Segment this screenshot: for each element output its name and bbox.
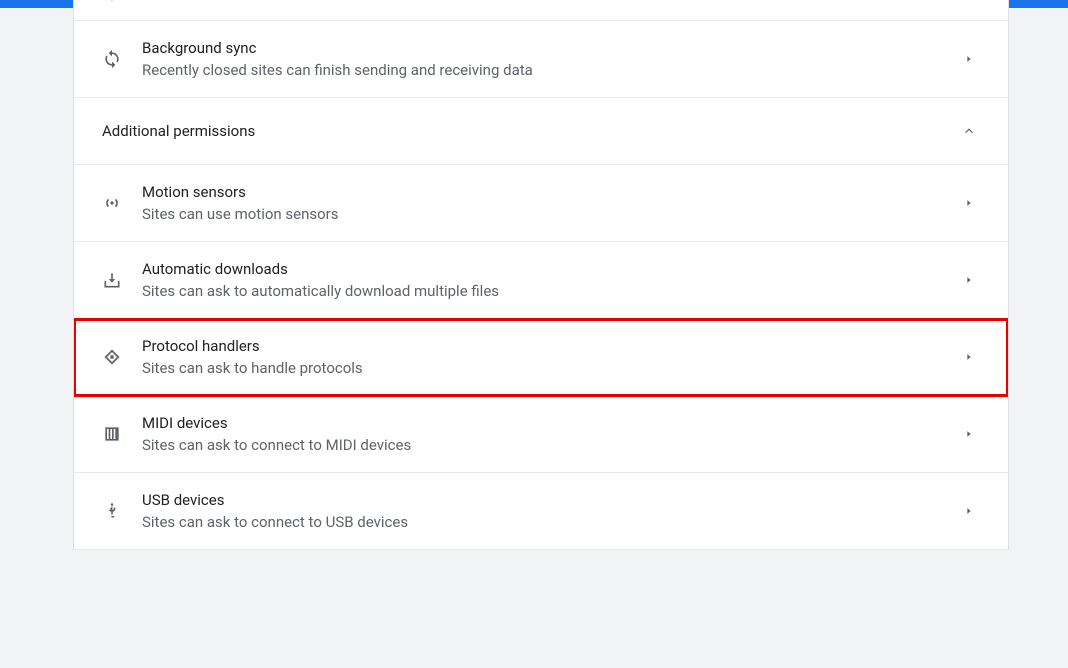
motion-sensors-icon: [102, 193, 142, 213]
row-text: MIDI devices Sites can ask to connect to…: [142, 414, 954, 454]
chevron-right-icon: [954, 352, 984, 362]
chevron-right-icon: [954, 275, 984, 285]
chevron-right-icon: [954, 506, 984, 516]
chevron-right-icon: [954, 198, 984, 208]
chevron-up-icon: [954, 124, 984, 138]
row-midi-devices[interactable]: MIDI devices Sites can ask to connect to…: [74, 396, 1008, 473]
row-motion-sensors[interactable]: Motion sensors Sites can use motion sens…: [74, 165, 1008, 242]
row-text: Motion sensors Sites can use motion sens…: [142, 183, 954, 223]
download-icon: [102, 270, 142, 290]
chevron-right-icon: [954, 429, 984, 439]
chevron-right-icon: [954, 54, 984, 64]
row-subtitle: Sites can ask to connect to USB devices: [142, 513, 954, 531]
row-usb-devices[interactable]: USB devices Sites can ask to connect to …: [74, 473, 1008, 550]
usb-icon: [102, 501, 142, 521]
row-title: Automatic downloads: [142, 260, 954, 278]
row-protocol-handlers[interactable]: Protocol handlers Sites can ask to handl…: [74, 319, 1008, 396]
row-text: USB devices Sites can ask to connect to …: [142, 491, 954, 531]
bell-icon: [102, 0, 142, 2]
protocol-handlers-icon: [102, 347, 142, 367]
row-text: Automatic downloads Sites can ask to aut…: [142, 260, 954, 300]
midi-icon: [102, 424, 142, 444]
row-automatic-downloads[interactable]: Automatic downloads Sites can ask to aut…: [74, 242, 1008, 319]
row-subtitle: Sites can use motion sensors: [142, 205, 954, 223]
row-title: Protocol handlers: [142, 337, 954, 355]
row-text: Protocol handlers Sites can ask to handl…: [142, 337, 954, 377]
row-subtitle: Sites can ask to connect to MIDI devices: [142, 436, 954, 454]
row-text: Background sync Recently closed sites ca…: [142, 39, 954, 79]
row-notifications[interactable]: Sites can ask to send notifications: [74, 0, 1008, 21]
row-title: MIDI devices: [142, 414, 954, 432]
row-title: Motion sensors: [142, 183, 954, 201]
row-title: Background sync: [142, 39, 954, 57]
row-subtitle: Recently closed sites can finish sending…: [142, 61, 954, 79]
sync-icon: [102, 49, 142, 69]
settings-panel: Sites can ask to send notifications Back…: [73, 0, 1009, 550]
section-title: Additional permissions: [102, 122, 954, 140]
row-subtitle: Sites can ask to automatically download …: [142, 282, 954, 300]
section-additional-permissions[interactable]: Additional permissions: [74, 98, 1008, 165]
row-subtitle: Sites can ask to handle protocols: [142, 359, 954, 377]
row-subtitle: Sites can ask to send notifications: [142, 0, 954, 1]
row-text: Sites can ask to send notifications: [142, 0, 954, 1]
row-background-sync[interactable]: Background sync Recently closed sites ca…: [74, 21, 1008, 98]
row-title: USB devices: [142, 491, 954, 509]
